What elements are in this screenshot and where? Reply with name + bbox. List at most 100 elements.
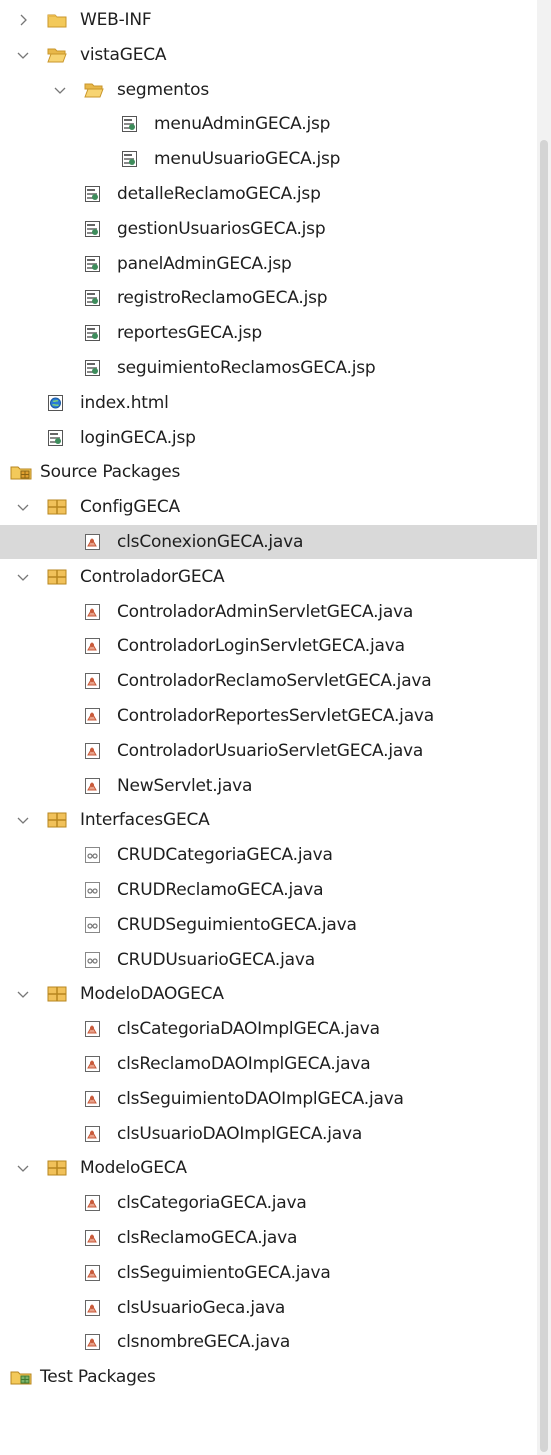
tree-item-paneladmingeca-jsp[interactable]: panelAdminGECA.jsp: [0, 247, 537, 281]
tree-item-controladorreportesservletgeca-java[interactable]: ControladorReportesServletGECA.java: [0, 699, 537, 733]
chevron-down-icon[interactable]: [53, 73, 67, 107]
tree-item-clsconexiongeca-java[interactable]: clsConexionGECA.java: [0, 525, 537, 559]
tree-item-label: registroReclamoGECA.jsp: [117, 288, 328, 309]
tree-item-label: clsSeguimientoGECA.java: [117, 1262, 331, 1283]
folder-open-icon: [84, 81, 104, 99]
tree-item-controladorusuarioservletgeca-java[interactable]: ControladorUsuarioServletGECA.java: [0, 734, 537, 768]
tree-item-label: clsnombreGECA.java: [117, 1332, 291, 1353]
tree-item-label: InterfacesGECA: [80, 810, 210, 831]
package-icon: [47, 985, 67, 1003]
tree-item-registroreclamogeca-jsp[interactable]: registroReclamoGECA.jsp: [0, 281, 537, 315]
tree-item-modelogeca[interactable]: ModeloGECA: [0, 1151, 537, 1185]
package-icon: [47, 811, 67, 829]
tree-item-seguimientoreclamosgeca-jsp[interactable]: seguimientoReclamosGECA.jsp: [0, 351, 537, 385]
tree-item-label: panelAdminGECA.jsp: [117, 253, 292, 274]
tree-item-menuusuariogeca-jsp[interactable]: menuUsuarioGECA.jsp: [0, 142, 537, 176]
chevron-right-icon[interactable]: [16, 3, 30, 37]
project-tree: WEB-INF vistaGECA segmentos menuAdminGECA.j…: [0, 0, 537, 1455]
tree-item-label: ControladorAdminServletGECA.java: [117, 601, 414, 622]
tree-item-label: menuUsuarioGECA.jsp: [154, 149, 341, 170]
tree-item-crudreclamogeca-java[interactable]: CRUDReclamoGECA.java: [0, 873, 537, 907]
java-class-icon: [84, 1194, 102, 1212]
tree-item-controladoradminservletgeca-java[interactable]: ControladorAdminServletGECA.java: [0, 595, 537, 629]
tree-item-menuadmingeca-jsp[interactable]: menuAdminGECA.jsp: [0, 107, 537, 141]
tree-item-label: ControladorReportesServletGECA.java: [117, 706, 435, 726]
tree-item-clsseguimientodaoimplgeca-java[interactable]: clsSeguimientoDAOImplGECA.java: [0, 1082, 537, 1116]
tree-item-label: detalleReclamoGECA.jsp: [117, 184, 321, 204]
chevron-down-icon[interactable]: [16, 977, 30, 1011]
tree-item-test-packages[interactable]: Test Packages: [0, 1360, 537, 1394]
tree-item-clsreclamogeca-java[interactable]: clsReclamoGECA.java: [0, 1221, 537, 1255]
chevron-down-icon[interactable]: [16, 560, 30, 594]
tree-item-clsusuariogeca-java[interactable]: clsUsuarioGeca.java: [0, 1291, 537, 1325]
tree-item-segmentos[interactable]: segmentos: [0, 73, 537, 107]
tree-item-label: CRUDSeguimientoGECA.java: [117, 914, 357, 935]
jsp-file-icon: [84, 289, 102, 307]
tree-item-label: Source Packages: [40, 462, 181, 483]
java-class-icon: [84, 637, 102, 655]
tree-item-index-html[interactable]: index.html: [0, 386, 537, 420]
tree-item-clsreclamodaoimplgeca-java[interactable]: clsReclamoDAOImplGECA.java: [0, 1047, 537, 1081]
tree-item-label: reportesGECA.jsp: [117, 323, 262, 344]
java-class-icon: [84, 1020, 102, 1038]
package-icon: [47, 498, 67, 516]
tree-item-web-inf[interactable]: WEB-INF: [0, 3, 537, 37]
java-class-icon: [84, 1090, 102, 1108]
chevron-down-icon[interactable]: [16, 38, 30, 72]
tree-item-crudusuariogeca-java[interactable]: CRUDUsuarioGECA.java: [0, 943, 537, 977]
chevron-down-icon[interactable]: [16, 1151, 30, 1185]
java-class-icon: [84, 603, 102, 621]
jsp-file-icon: [121, 115, 139, 133]
jsp-file-icon: [84, 324, 102, 342]
java-class-icon: [84, 742, 102, 760]
tree-item-clsusuariodaoimplgeca-java[interactable]: clsUsuarioDAOImplGECA.java: [0, 1117, 537, 1151]
tree-item-label: clsCategoriaDAOImplGECA.java: [117, 1019, 380, 1040]
package-icon: [47, 1159, 67, 1177]
chevron-down-icon[interactable]: [16, 803, 30, 837]
tree-item-newservlet-java[interactable]: NewServlet.java: [0, 769, 537, 803]
tree-item-label: ControladorUsuarioServletGECA.java: [117, 740, 424, 761]
tree-item-label: menuAdminGECA.jsp: [154, 114, 331, 135]
tree-item-clscategoriadaoimplgeca-java[interactable]: clsCategoriaDAOImplGECA.java: [0, 1012, 537, 1046]
tree-item-source-packages[interactable]: Source Packages: [0, 455, 537, 489]
tree-item-clscategoriageca-java[interactable]: clsCategoriaGECA.java: [0, 1186, 537, 1220]
tree-item-label: seguimientoReclamosGECA.jsp: [117, 358, 376, 378]
source-packages-icon: [10, 463, 32, 481]
java-class-icon: [84, 1055, 102, 1073]
tree-item-label: clsUsuarioGeca.java: [117, 1297, 286, 1318]
tree-item-controladorloginservletgeca-java[interactable]: ControladorLoginServletGECA.java: [0, 629, 537, 663]
tree-item-controladorreclamoservletgeca-java[interactable]: ControladorReclamoServletGECA.java: [0, 664, 537, 698]
tree-item-configgeca[interactable]: ConfigGECA: [0, 490, 537, 524]
tree-item-crudcategoriageca-java[interactable]: CRUDCategoriaGECA.java: [0, 838, 537, 872]
tree-item-gestionusuariosgeca-jsp[interactable]: gestionUsuariosGECA.jsp: [0, 212, 537, 246]
tree-item-reportesgeca-jsp[interactable]: reportesGECA.jsp: [0, 316, 537, 350]
jsp-file-icon: [84, 185, 102, 203]
folder-open-icon: [47, 46, 67, 64]
tree-item-modelodaogeca[interactable]: ModeloDAOGECA: [0, 977, 537, 1011]
tree-item-label: index.html: [80, 392, 169, 413]
tree-item-label: segmentos: [117, 79, 210, 100]
tree-item-label: clsReclamoGECA.java: [117, 1228, 298, 1248]
tree-item-interfacesgeca[interactable]: InterfacesGECA: [0, 803, 537, 837]
jsp-file-icon: [47, 429, 65, 447]
java-class-icon: [84, 672, 102, 690]
java-class-icon: [84, 1125, 102, 1143]
tree-item-controladorgeca[interactable]: ControladorGECA: [0, 560, 537, 594]
java-interface-icon: [84, 951, 102, 969]
vertical-scrollbar[interactable]: [537, 0, 551, 1455]
tree-item-label: ControladorGECA: [80, 566, 225, 587]
tree-item-crudseguimientogeca-java[interactable]: CRUDSeguimientoGECA.java: [0, 908, 537, 942]
tree-item-logingeca-jsp[interactable]: loginGECA.jsp: [0, 421, 537, 455]
tree-item-label: clsConexionGECA.java: [117, 532, 304, 552]
scrollbar-thumb[interactable]: [540, 140, 548, 1452]
chevron-down-icon[interactable]: [16, 490, 30, 524]
test-packages-icon: [10, 1368, 32, 1386]
tree-item-clsseguimientogeca-java[interactable]: clsSeguimientoGECA.java: [0, 1256, 537, 1290]
tree-item-clsnombregeca-java[interactable]: clsnombreGECA.java: [0, 1325, 537, 1359]
tree-item-detallereclamogeca-jsp[interactable]: detalleReclamoGECA.jsp: [0, 177, 537, 211]
tree-item-vistageca[interactable]: vistaGECA: [0, 38, 537, 72]
tree-item-label: ControladorReclamoServletGECA.java: [117, 671, 432, 692]
jsp-file-icon: [84, 255, 102, 273]
java-class-icon: [84, 707, 102, 725]
tree-item-label: clsSeguimientoDAOImplGECA.java: [117, 1088, 404, 1109]
